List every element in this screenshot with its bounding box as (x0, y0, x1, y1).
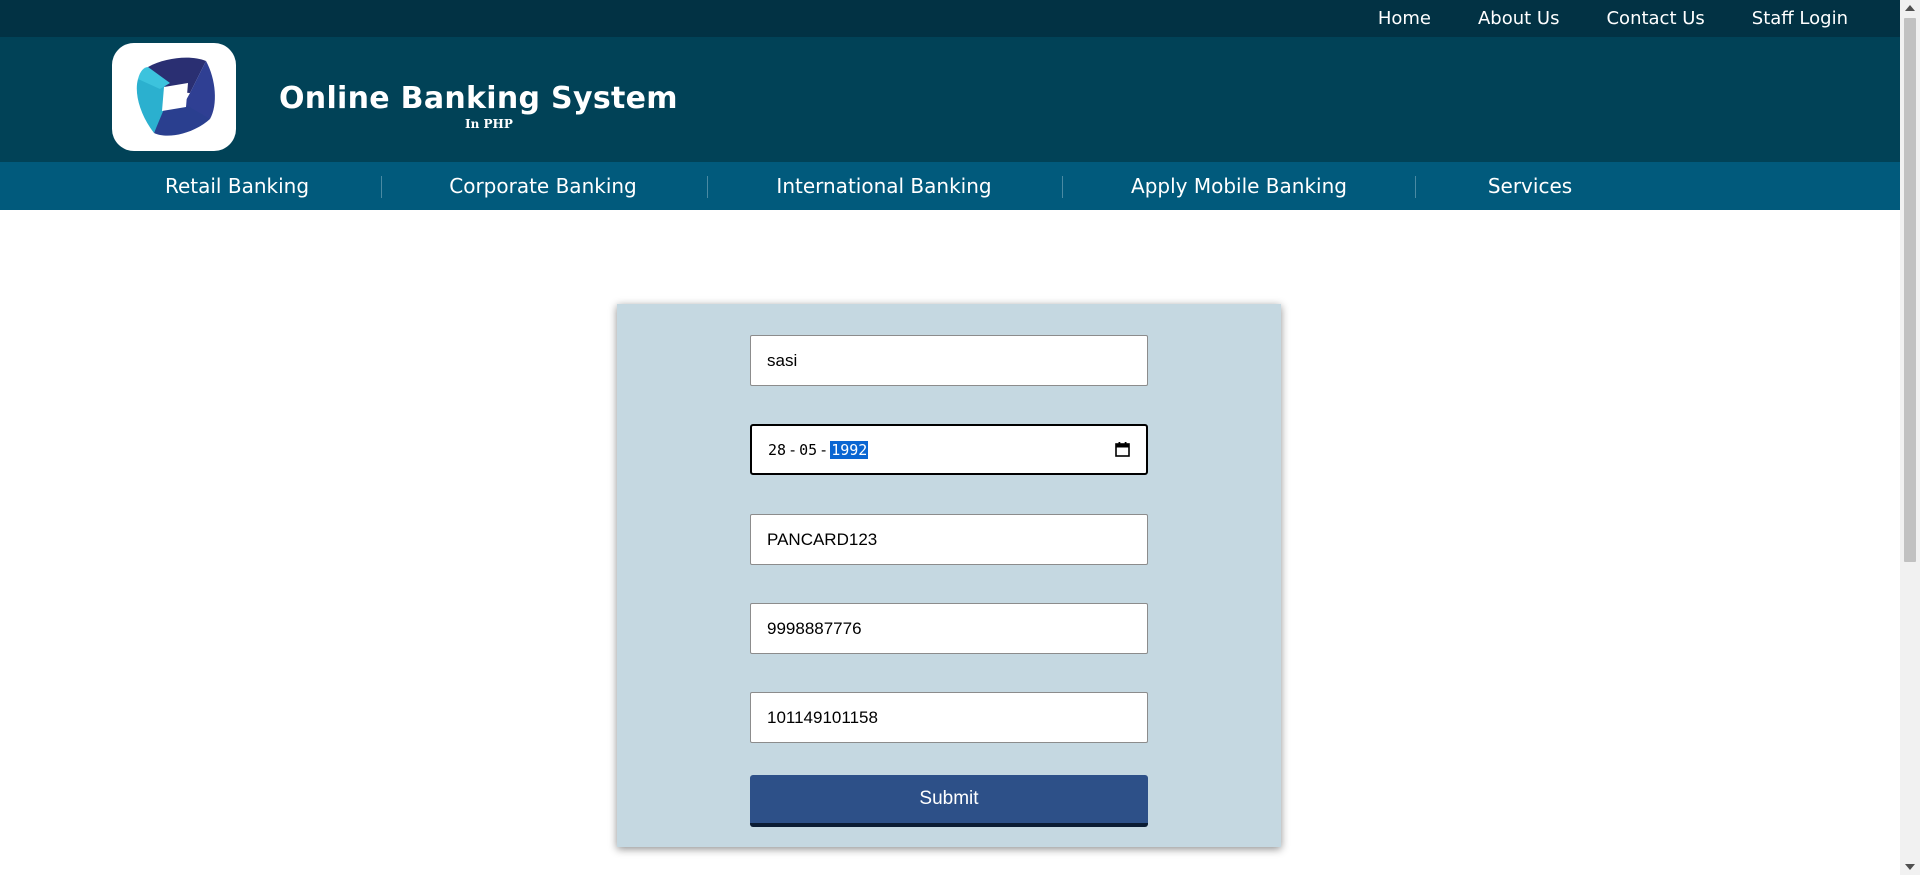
date-of-birth-field[interactable]: 28 - 05 - 1992 (750, 424, 1148, 475)
dob-separator: - (819, 440, 829, 459)
name-field-value: sasi (767, 350, 798, 370)
vertical-scrollbar[interactable] (1900, 0, 1920, 875)
bank-logo-icon (136, 57, 215, 136)
nav-divider (707, 176, 708, 198)
dob-year[interactable]: 1992 (830, 440, 869, 459)
site-subtitle: In PHP (465, 117, 513, 131)
nav-divider (1415, 176, 1416, 198)
nav-services[interactable]: Services (1488, 162, 1572, 210)
pan-field[interactable]: PANCARD123 (750, 514, 1148, 565)
nav-divider (1062, 176, 1063, 198)
mobile-banking-form: sasi 28 - 05 - 1992 PANCARD123 999888777… (617, 304, 1281, 847)
top-bar: Home About Us Contact Us Staff Login (0, 0, 1900, 37)
nav-corporate-banking[interactable]: Corporate Banking (449, 162, 637, 210)
scroll-thumb[interactable] (1904, 18, 1916, 562)
dob-separator: - (788, 440, 798, 459)
site-title: Online Banking System (279, 81, 678, 116)
account-number-field[interactable]: 101149101158 (750, 692, 1148, 743)
top-links: Home About Us Contact Us Staff Login (1331, 0, 1848, 37)
bank-logo[interactable] (112, 43, 236, 151)
dob-month[interactable]: 05 (799, 441, 817, 459)
dob-day[interactable]: 28 (768, 441, 786, 459)
site-header: Online Banking System In PHP (0, 37, 1900, 162)
contact-us-link[interactable]: Contact Us (1606, 8, 1704, 29)
calendar-icon[interactable] (1115, 442, 1130, 457)
staff-login-link[interactable]: Staff Login (1752, 8, 1848, 29)
name-field[interactable]: sasi (750, 335, 1148, 386)
nav-divider (381, 176, 382, 198)
scroll-up-arrow-icon[interactable] (1905, 5, 1915, 11)
mobile-number-field[interactable]: 9998887776 (750, 603, 1148, 654)
pan-field-value: PANCARD123 (767, 529, 878, 549)
home-link[interactable]: Home (1378, 8, 1431, 29)
nav-retail-banking[interactable]: Retail Banking (165, 162, 309, 210)
about-us-link[interactable]: About Us (1478, 8, 1560, 29)
mobile-number-value: 9998887776 (767, 618, 862, 638)
nav-apply-mobile-banking[interactable]: Apply Mobile Banking (1131, 162, 1347, 210)
nav-international-banking[interactable]: International Banking (776, 162, 991, 210)
account-number-value: 101149101158 (767, 707, 878, 727)
main-nav: Retail Banking Corporate Banking Interna… (0, 162, 1900, 210)
submit-button[interactable]: Submit (750, 775, 1148, 827)
scroll-down-arrow-icon[interactable] (1905, 864, 1915, 870)
